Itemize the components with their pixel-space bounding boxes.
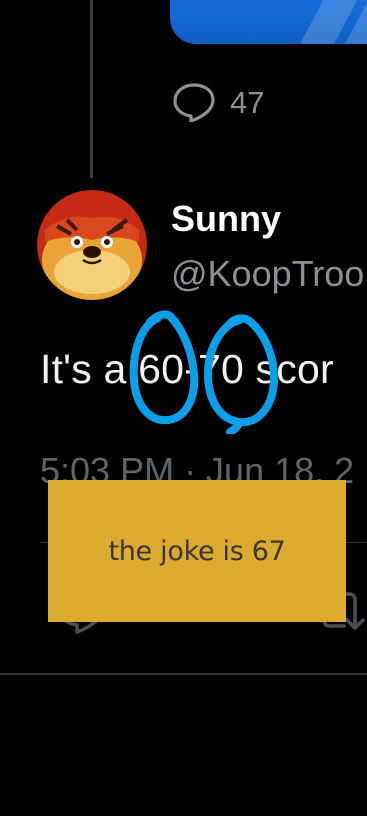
annotation-sticky-note: the joke is 67	[48, 480, 346, 622]
thread-connector-line	[90, 0, 93, 178]
annotation-circle-right	[203, 314, 279, 434]
annotation-circle-left	[129, 310, 199, 425]
sticky-note-text: the joke is 67	[108, 535, 286, 567]
divider	[0, 673, 367, 675]
display-name[interactable]: Sunny	[171, 198, 281, 240]
screen: 47 Sunny @KoopTroo It's a 60-70 scor 5:0…	[0, 0, 367, 816]
previous-tweet-media[interactable]	[170, 0, 367, 44]
previous-tweet-reply-stat[interactable]: 47	[172, 82, 264, 122]
user-handle[interactable]: @KoopTroo	[171, 253, 364, 295]
comment-icon	[172, 82, 216, 122]
reply-count: 47	[230, 84, 265, 120]
avatar[interactable]	[37, 190, 147, 300]
